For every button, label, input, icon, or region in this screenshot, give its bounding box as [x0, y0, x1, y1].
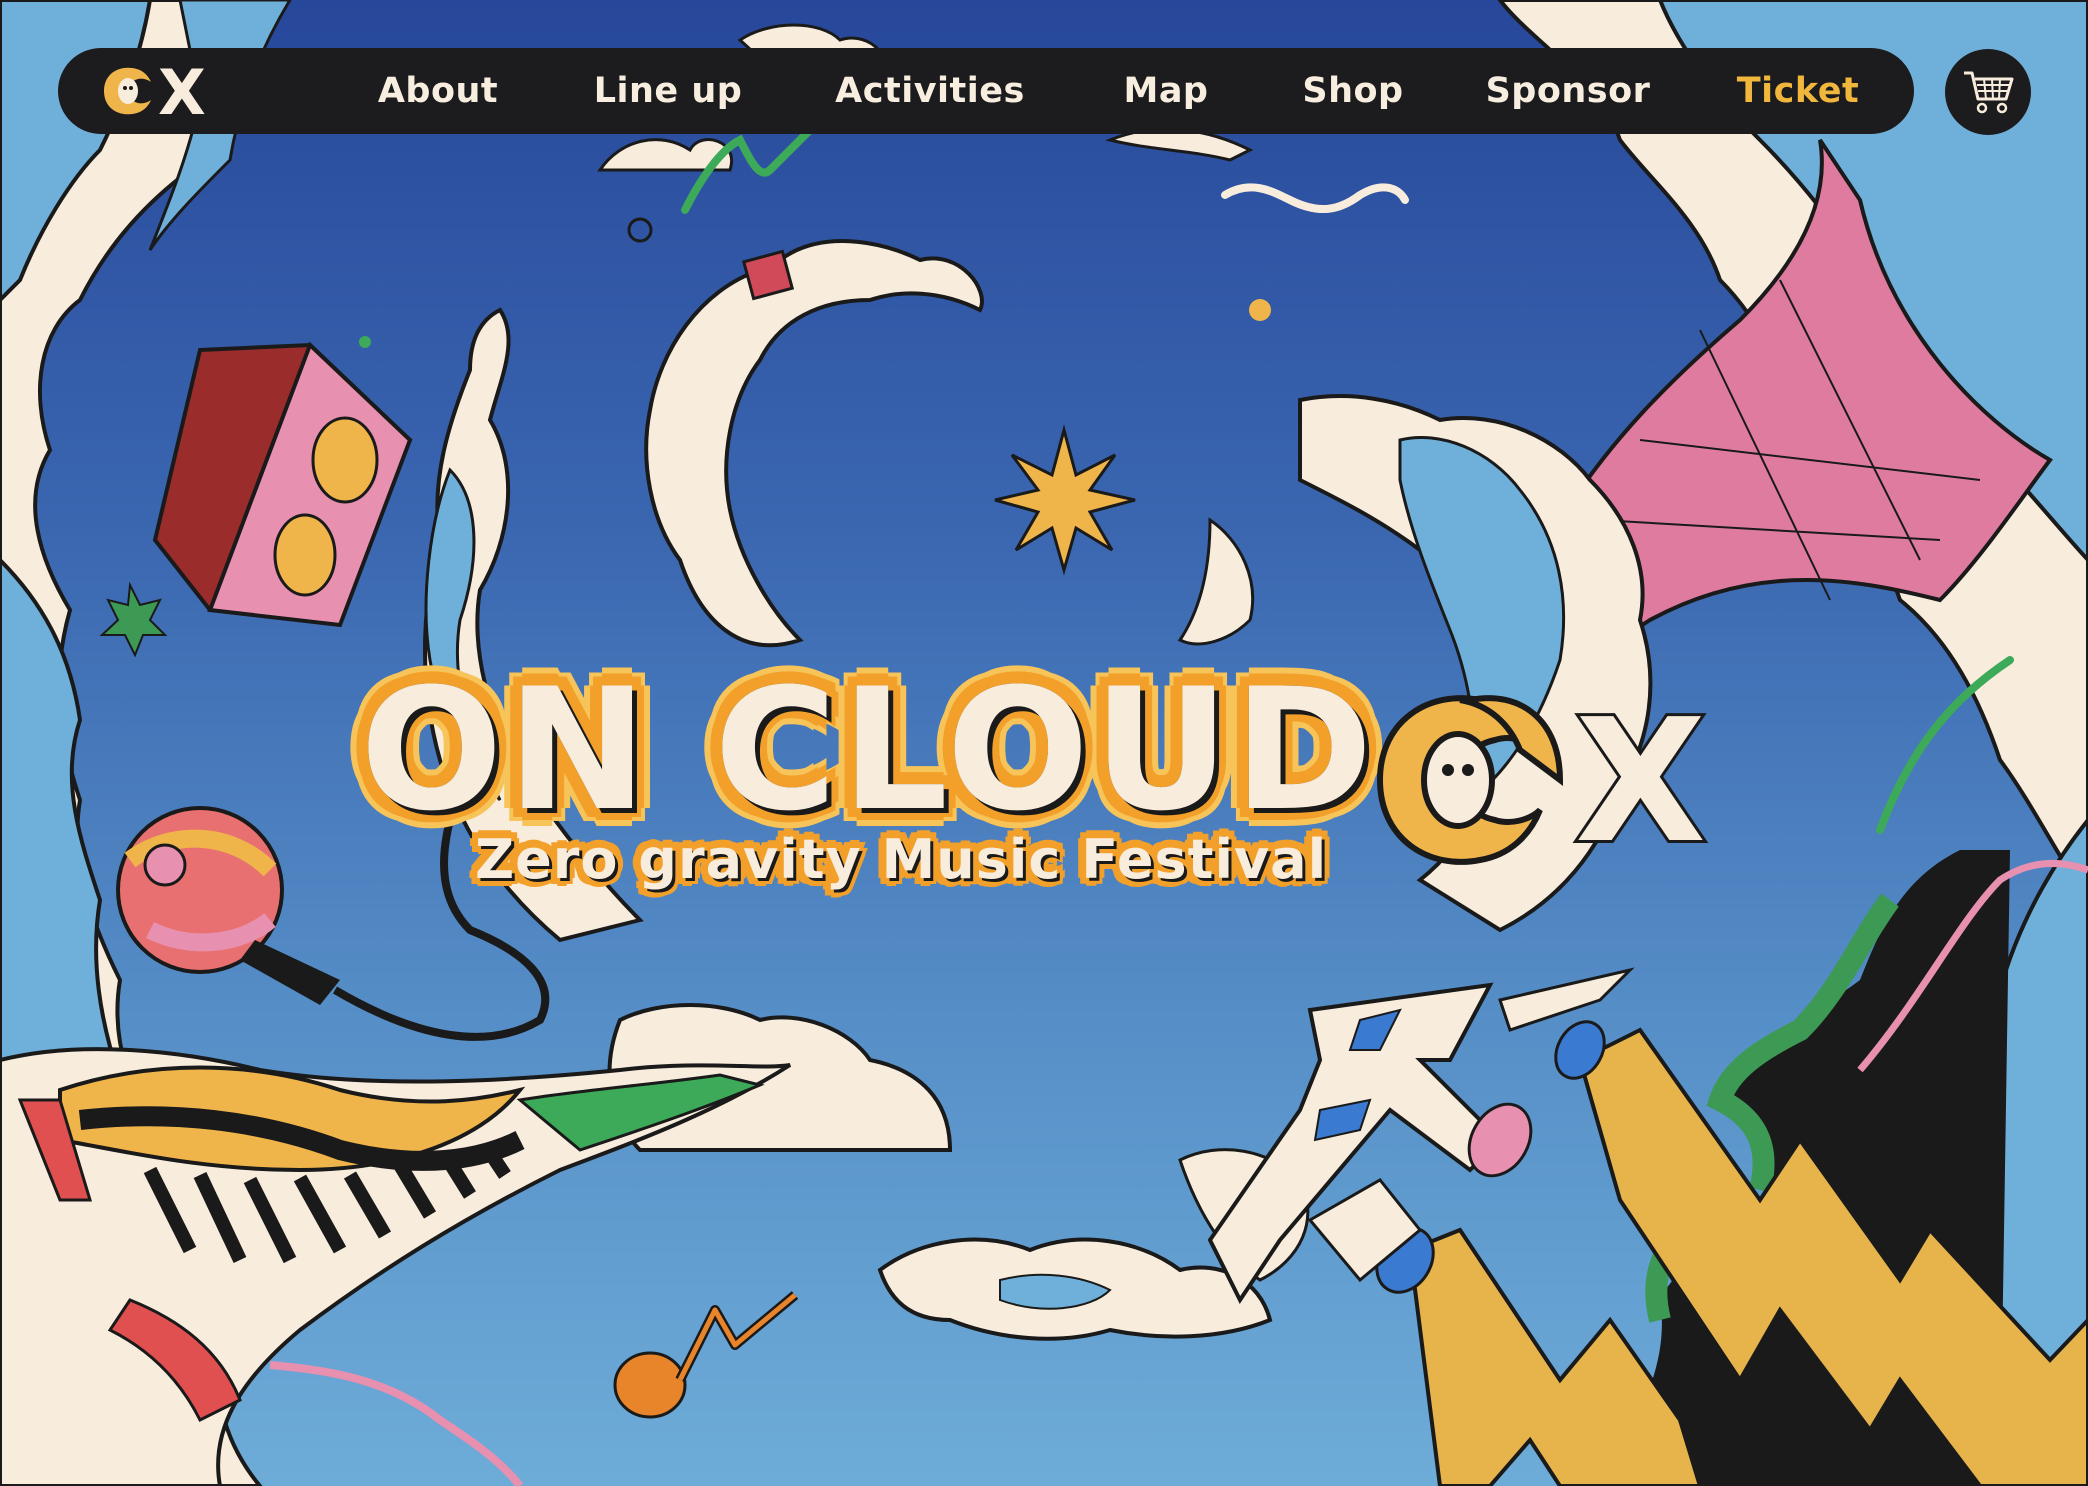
nav-logo[interactable]: X	[98, 62, 218, 120]
nav-map[interactable]: Map	[1106, 48, 1226, 134]
piano-icon	[0, 1047, 792, 1486]
star-icon	[994, 424, 1136, 576]
logo-icon	[104, 67, 151, 115]
festival-title: ON CLOUD	[357, 652, 1377, 848]
nav-sponsor[interactable]: Sponsor	[1478, 48, 1658, 134]
logo-icon: X	[1376, 680, 1709, 880]
nav-activities[interactable]: Activities	[820, 48, 1040, 134]
hero-section: ON CLOUD Zero gravity Music Festival X	[0, 0, 2088, 1486]
cart-icon	[1964, 71, 2014, 114]
spaceship-icon	[1207, 967, 1635, 1304]
nav-line-up[interactable]: Line up	[578, 48, 758, 134]
nav-ticket[interactable]: Ticket	[1718, 48, 1878, 134]
festival-subtitle: Zero gravity Music Festival	[473, 827, 1328, 893]
festival-title-block: ON CLOUD Zero gravity Music Festival X	[357, 652, 1730, 920]
logo-x: X	[1575, 683, 1706, 880]
top-navigation: X About Line up Activities Map Shop Spon…	[58, 48, 1914, 134]
speaker-icon	[152, 341, 413, 628]
music-note-icon	[613, 1291, 799, 1419]
svg-text:X: X	[158, 62, 206, 120]
nav-about[interactable]: About	[358, 48, 518, 134]
nav-shop[interactable]: Shop	[1288, 48, 1418, 134]
cart-button[interactable]	[1945, 49, 2031, 135]
